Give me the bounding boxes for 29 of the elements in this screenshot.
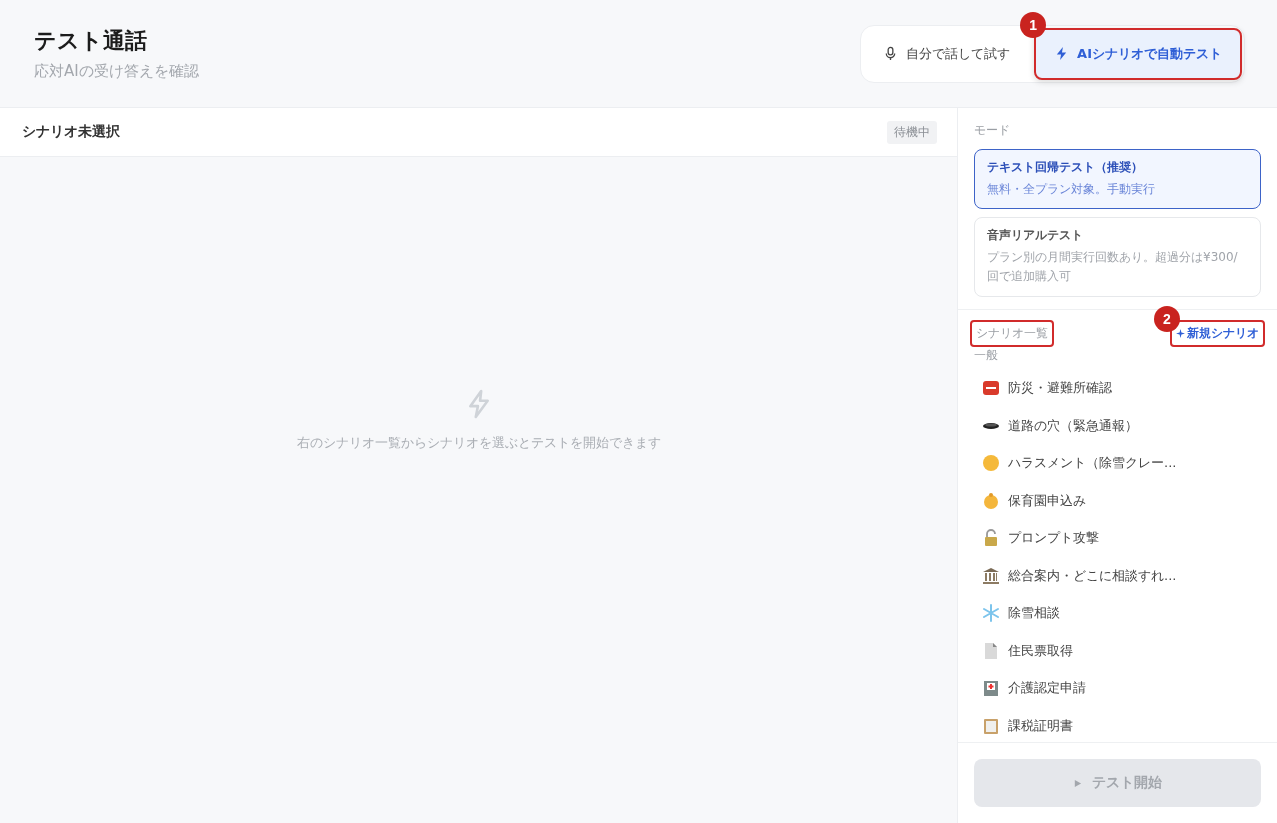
scenario-item[interactable]: ハラスメント（除雪クレー... (974, 444, 1261, 483)
hospital-icon (982, 679, 1000, 698)
hole-icon (983, 422, 999, 430)
scenario-item[interactable]: プロンプト攻撃 (974, 519, 1261, 558)
scenario-item[interactable]: 課税証明書 (974, 707, 1261, 742)
scenario-item[interactable]: 道路の穴（緊急通報） (974, 407, 1261, 445)
step-badge: 2 (1154, 305, 1180, 332)
group-label: 一般 (974, 346, 999, 364)
scenario-item[interactable]: 住民票取得 (974, 632, 1261, 670)
scenario-item[interactable]: 除雪相談 (974, 594, 1261, 633)
scenario-item[interactable]: 保育園申込み (974, 482, 1261, 520)
section-label: モード (974, 122, 1011, 139)
scenario-item[interactable]: 介護認定申請 (974, 669, 1261, 708)
building-icon (982, 566, 1000, 585)
step-badge: 1 (1020, 11, 1047, 38)
snowflake-icon (982, 604, 1000, 623)
mode-option[interactable]: 音声リアルテスト プラン別の月間実行回数あり。超過分は¥300/回で追加購入可 (974, 217, 1261, 297)
scenario-item[interactable]: 防災・避難所確認 (974, 369, 1261, 408)
mode-option[interactable]: テキスト回帰テスト（推奨） 無料・全プラン対象。手動実行 (974, 149, 1261, 210)
section-label: シナリオ一覧 (970, 319, 1054, 347)
play-icon (1073, 778, 1082, 788)
lock-icon (982, 529, 1000, 548)
document-icon (982, 641, 1000, 660)
sparkle-icon (1176, 328, 1185, 338)
status-badge: 待機中 (887, 120, 937, 144)
scenario-title: シナリオ未選択 (22, 123, 120, 141)
page-title: テスト通話 (34, 27, 148, 55)
scenario-item[interactable]: 総合案内・どこに相談すれ... (974, 557, 1261, 595)
page-subtitle: 応対AIの受け答えを確認 (34, 62, 199, 81)
